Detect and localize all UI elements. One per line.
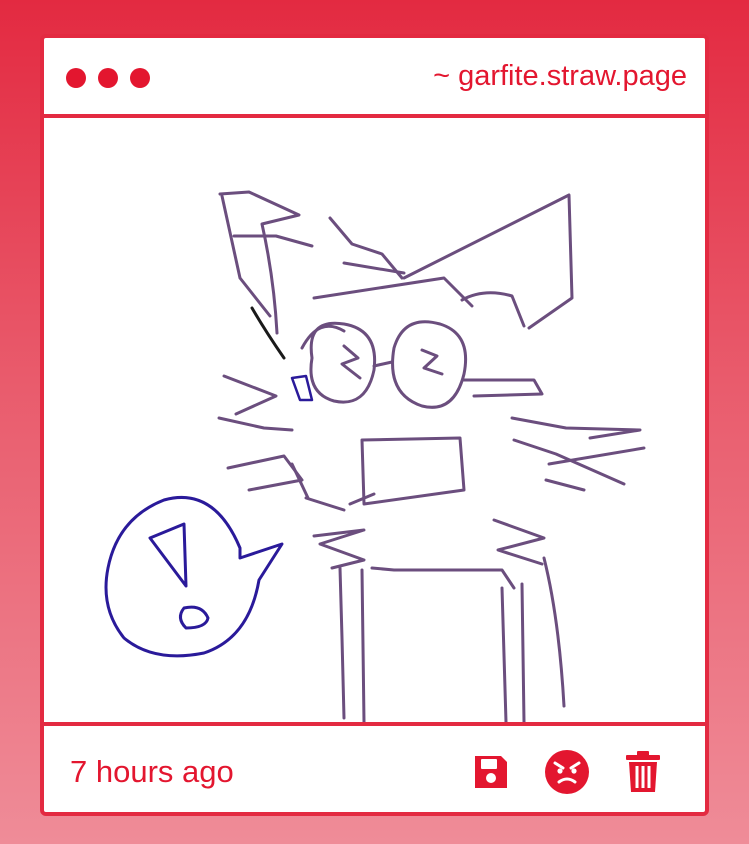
window-dot: [98, 68, 118, 88]
post-card: ~ garfite.straw.page 7 hours ago: [40, 34, 709, 816]
trash-icon: [626, 751, 660, 792]
cat-doodle: [104, 190, 646, 722]
small-blue-shape: [290, 374, 314, 402]
window-controls: [66, 68, 150, 88]
post-actions: [467, 748, 667, 796]
post-footer: 7 hours ago: [44, 722, 705, 812]
site-label[interactable]: ~ garfite.straw.page: [433, 60, 687, 93]
floppy-disk-icon: [475, 756, 507, 788]
cat-drawing-strokes: [217, 190, 646, 722]
save-button[interactable]: [467, 748, 515, 796]
post-timestamp: 7 hours ago: [70, 754, 234, 789]
speech-bubble: [104, 495, 284, 658]
delete-button[interactable]: [619, 748, 667, 796]
angry-face-icon: [545, 750, 589, 794]
window-dot: [130, 68, 150, 88]
angry-reaction-button[interactable]: [543, 748, 591, 796]
drawing-canvas: [44, 118, 705, 722]
window-titlebar: ~ garfite.straw.page: [44, 38, 705, 118]
window-dot: [66, 68, 86, 88]
